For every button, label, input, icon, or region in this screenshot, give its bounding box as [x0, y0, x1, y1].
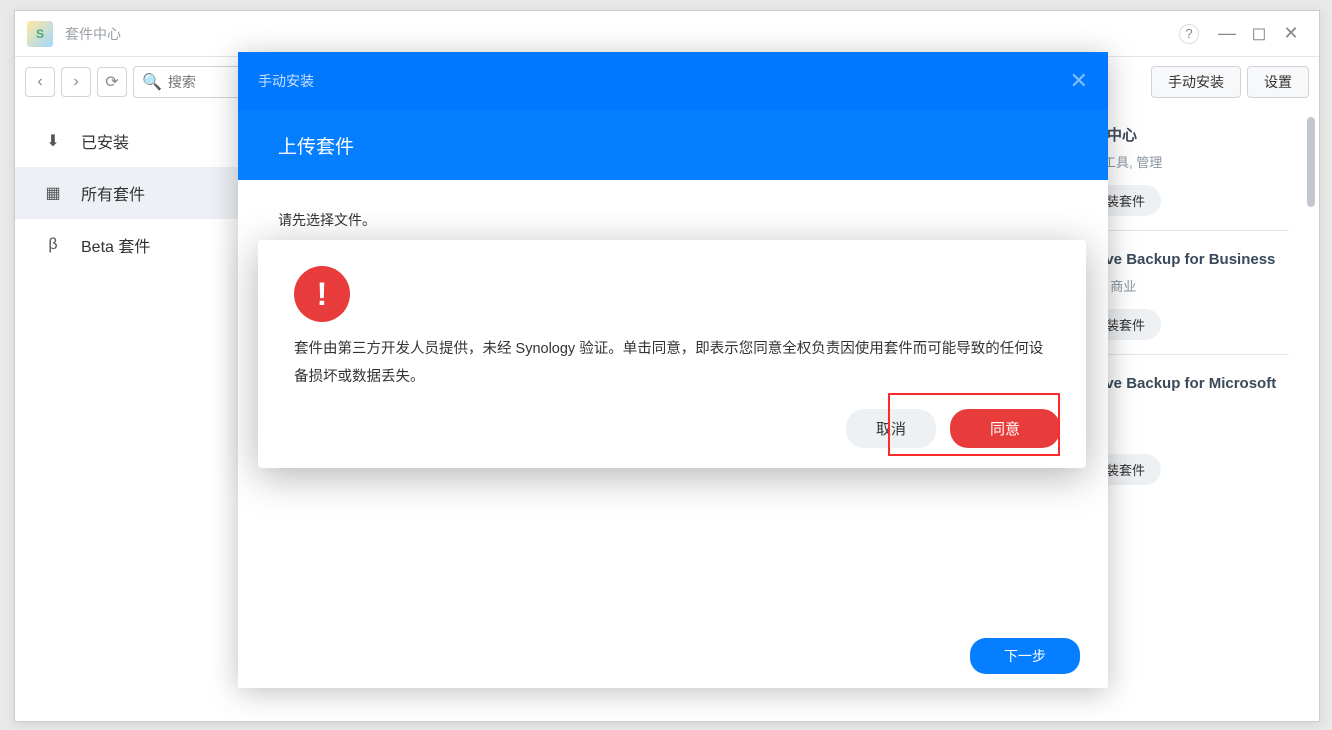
confirm-dialog: ! 套件由第三方开发人员提供，未经 Synology 验证。单击同意，即表示您同… [258, 240, 1086, 468]
wizard-footer: 下一步 [238, 624, 1108, 688]
close-button[interactable]: ✕ [1275, 18, 1307, 50]
grid-icon: ▦ [43, 183, 63, 203]
back-button[interactable]: ‹ [25, 67, 55, 97]
beta-icon: β [43, 236, 63, 254]
search-icon: 🔍 [142, 72, 162, 92]
cancel-button[interactable]: 取消 [846, 409, 936, 448]
forward-button[interactable]: › [61, 67, 91, 97]
scrollbar-thumb[interactable] [1307, 117, 1315, 207]
settings-button[interactable]: 设置 [1247, 66, 1309, 98]
package-category: 备份 [1077, 421, 1289, 440]
wizard-heading: 上传套件 [238, 110, 1108, 180]
sidebar-item-label: 已安装 [81, 129, 129, 153]
package-title: Active Backup for Business [1077, 249, 1289, 270]
refresh-button[interactable]: ⟳ [97, 67, 127, 97]
package-title: 日志中心 [1077, 125, 1289, 146]
help-button[interactable]: ? [1179, 24, 1199, 44]
minimize-button[interactable]: — [1211, 18, 1243, 50]
sidebar-item-label: 所有套件 [81, 181, 145, 205]
wizard-prompt: 请先选择文件。 [278, 210, 1068, 230]
next-button[interactable]: 下一步 [970, 638, 1080, 674]
confirm-actions: 取消 同意 [846, 409, 1060, 448]
package-title: Active Backup for Microsoft 365 [1077, 373, 1289, 415]
window-title: 套件中心 [65, 24, 1179, 44]
app-icon: S [27, 21, 53, 47]
scrollbar[interactable] [1307, 117, 1315, 317]
agree-button[interactable]: 同意 [950, 409, 1060, 448]
download-icon: ⬇ [43, 131, 63, 151]
confirm-message: 套件由第三方开发人员提供，未经 Synology 验证。单击同意，即表示您同意全… [294, 336, 1050, 391]
package-category: 备份, 商业 [1077, 276, 1289, 295]
maximize-button[interactable]: ◻ [1243, 18, 1275, 50]
titlebar: S 套件中心 ? — ◻ ✕ [15, 11, 1319, 57]
package-category: 实用工具, 管理 [1077, 152, 1289, 171]
wizard-breadcrumb: 手动安装 [258, 71, 314, 91]
wizard-header: 手动安装 ✕ [238, 52, 1108, 110]
manual-install-button[interactable]: 手动安装 [1151, 66, 1241, 98]
sidebar-item-label: Beta 套件 [81, 233, 150, 257]
wizard-close-icon[interactable]: ✕ [1070, 68, 1088, 94]
warning-icon: ! [294, 266, 350, 322]
